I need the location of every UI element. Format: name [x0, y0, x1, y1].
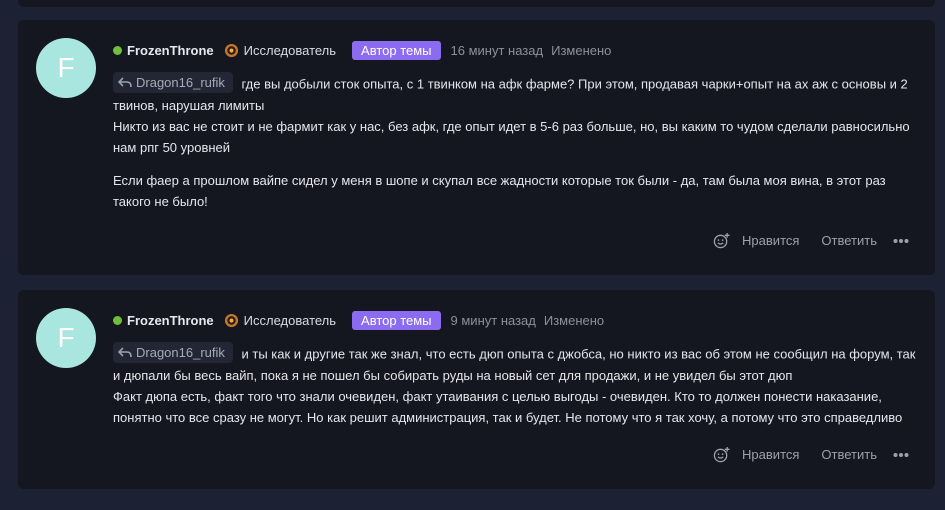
quote-mention[interactable]: Dragon16_rufik [113, 342, 233, 363]
post-line: Никто из вас не стоит и не фармит как у … [113, 118, 910, 155]
topic-author-badge: Автор темы [352, 40, 441, 60]
post-content: Dragon16_rufik где вы добыли сток опыта,… [113, 72, 918, 212]
post-card: F FrozenThrone Исследователь Автор темы … [18, 20, 935, 275]
avatar[interactable]: F [36, 38, 96, 98]
post-actions: Нравится Ответить [713, 446, 909, 463]
user-rank: Исследователь [243, 42, 337, 58]
online-status-dot [113, 45, 122, 55]
like-button[interactable]: Нравится [742, 447, 799, 462]
topic-author-badge: Автор темы [352, 310, 441, 330]
quote-username: Dragon16_rufik [136, 75, 225, 90]
reply-arrow-icon [118, 346, 132, 357]
post-paragraph: Если фаер а прошлом вайпе сидел у меня в… [113, 172, 886, 209]
post-meta: FrozenThrone Исследователь Автор темы 16… [113, 40, 611, 60]
post-time[interactable]: 16 минут назад [451, 43, 544, 58]
reply-button[interactable]: Ответить [821, 447, 877, 462]
rank-medal-icon [224, 43, 239, 58]
add-reaction-icon[interactable] [713, 446, 730, 463]
author-name[interactable]: FrozenThrone [127, 43, 214, 58]
more-options-icon[interactable] [893, 238, 909, 244]
author-name[interactable]: FrozenThrone [127, 313, 214, 328]
quote-mention[interactable]: Dragon16_rufik [113, 72, 233, 93]
more-options-icon[interactable] [893, 452, 909, 458]
post-card: F FrozenThrone Исследователь Автор темы … [18, 290, 935, 489]
user-rank: Исследователь [243, 312, 337, 328]
like-button[interactable]: Нравится [742, 233, 799, 248]
post-meta: FrozenThrone Исследователь Автор темы 9 … [113, 310, 604, 330]
add-reaction-icon[interactable] [713, 232, 730, 249]
online-status-dot [113, 315, 122, 325]
quote-username: Dragon16_rufik [136, 345, 225, 360]
avatar[interactable]: F [36, 308, 96, 368]
post-actions: Нравится Ответить [713, 232, 909, 249]
edited-label[interactable]: Изменено [551, 43, 611, 58]
post-line: Факт дюпа есть, факт того что знали очев… [113, 388, 903, 425]
post-line: и ты как и другие так же знал, что есть … [113, 346, 916, 383]
edited-label[interactable]: Изменено [544, 313, 604, 328]
post-content: Dragon16_rufik и ты как и другие так же … [113, 342, 918, 428]
previous-post-card [18, 0, 935, 7]
rank-medal-icon [224, 313, 239, 328]
reply-arrow-icon [118, 76, 132, 87]
reply-button[interactable]: Ответить [821, 233, 877, 248]
post-time[interactable]: 9 минут назад [451, 313, 536, 328]
